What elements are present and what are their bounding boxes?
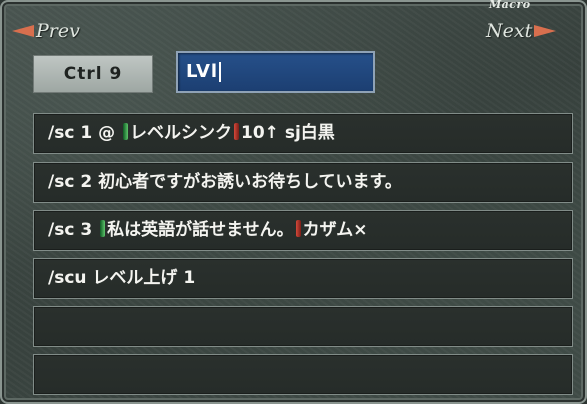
auto-translate-open-icon	[100, 220, 106, 237]
auto-translate-close-icon	[234, 123, 239, 140]
next-button[interactable]: Next	[486, 20, 557, 42]
macro-line-4[interactable]: /scu レベル上げ 1	[33, 258, 573, 299]
arrow-left-icon	[12, 25, 34, 37]
line-1-suffix: 10↑ sj白黒	[241, 123, 335, 143]
line-3-prefix: /sc 3	[48, 220, 99, 240]
line-1-prefix: /sc 1 @	[48, 123, 121, 143]
auto-translate-open-icon	[123, 123, 128, 140]
arrow-right-icon	[534, 25, 557, 37]
prev-button[interactable]: Prev	[12, 20, 80, 42]
prev-label: Prev	[36, 20, 80, 42]
auto-translate-close-icon	[295, 220, 301, 237]
macro-name-input[interactable]: LVl	[176, 51, 375, 93]
macro-line-5[interactable]	[33, 306, 573, 347]
macro-header-title: Macro	[489, 0, 531, 11]
text-caret	[219, 62, 222, 82]
line-3-auto-translate-text: 私は英語が話せません。	[107, 220, 294, 240]
macro-line-1[interactable]: /sc 1 @ レベルシンク 10↑ sj白黒	[33, 113, 573, 154]
macro-set-label: Ctrl 9	[33, 55, 153, 93]
macro-name-value: LVl	[186, 61, 219, 82]
macro-line-6[interactable]	[33, 354, 573, 395]
next-label: Next	[486, 20, 533, 42]
macro-editor-panel: Macro Prev Next Ctrl 9 LVl /sc 1 @ レベルシン…	[0, 0, 587, 404]
macro-line-3[interactable]: /sc 3 私は英語が話せません。 カザム×	[33, 210, 573, 251]
line-2-text: /sc 2 初心者ですがお誘いお待ちしています。	[48, 172, 402, 192]
macro-line-2[interactable]: /sc 2 初心者ですがお誘いお待ちしています。	[33, 162, 573, 203]
line-3-suffix: カザム×	[302, 220, 368, 240]
line-1-auto-translate-text: レベルシンク	[130, 123, 232, 143]
line-4-text: /scu レベル上げ 1	[48, 268, 196, 288]
